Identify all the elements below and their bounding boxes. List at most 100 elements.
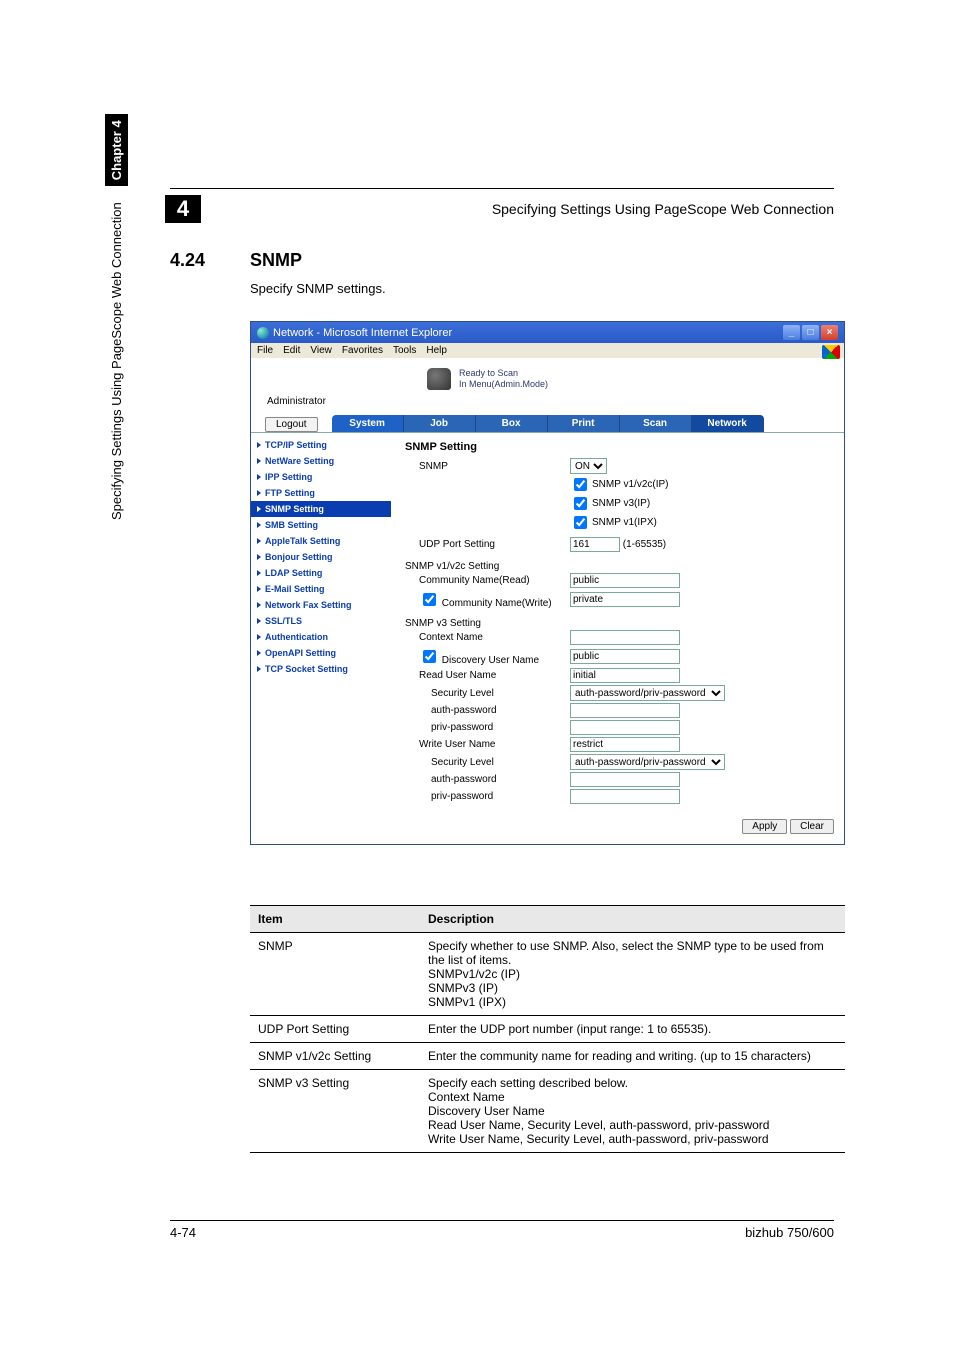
menu-view[interactable]: View bbox=[310, 345, 332, 356]
section-intro: Specify SNMP settings. bbox=[250, 281, 834, 296]
close-button[interactable]: × bbox=[821, 325, 838, 340]
desc-cell: Enter the community name for reading and… bbox=[420, 1043, 845, 1070]
status-line-2: In Menu(Admin.Mode) bbox=[459, 379, 548, 390]
page-header-title: Specifying Settings Using PageScope Web … bbox=[492, 201, 834, 217]
menu-file[interactable]: File bbox=[257, 345, 273, 356]
tab-box[interactable]: Box bbox=[476, 415, 548, 432]
snmp-v3-heading: SNMP v3 Setting bbox=[405, 618, 834, 629]
apply-button[interactable]: Apply bbox=[742, 819, 787, 834]
form-heading: SNMP Setting bbox=[405, 441, 834, 453]
auth-pw-input-1[interactable] bbox=[570, 703, 680, 718]
minimize-button[interactable]: _ bbox=[783, 325, 800, 340]
tab-job[interactable]: Job bbox=[404, 415, 476, 432]
window-titlebar: Network - Microsoft Internet Explorer _ … bbox=[251, 322, 844, 343]
snmp-v1v2c-ip-check[interactable] bbox=[574, 478, 587, 491]
logout-button[interactable]: Logout bbox=[265, 417, 318, 432]
write-user-label: Write User Name bbox=[405, 739, 570, 750]
side-running-title: Specifying Settings Using PageScope Web … bbox=[109, 202, 124, 520]
comm-read-input[interactable] bbox=[570, 573, 680, 588]
tab-network[interactable]: Network bbox=[692, 415, 764, 432]
tab-print[interactable]: Print bbox=[548, 415, 620, 432]
admin-label: Administrator bbox=[267, 396, 828, 407]
sidebar-item-ldap[interactable]: LDAP Setting bbox=[251, 565, 391, 581]
globe-icon bbox=[257, 327, 269, 339]
sidebar-item-ipp[interactable]: IPP Setting bbox=[251, 469, 391, 485]
sidebar-item-openapi[interactable]: OpenAPI Setting bbox=[251, 645, 391, 661]
menu-tools[interactable]: Tools bbox=[393, 345, 416, 356]
comm-write-label: Community Name(Write) bbox=[442, 598, 552, 609]
menu-edit[interactable]: Edit bbox=[283, 345, 300, 356]
maximize-button[interactable]: □ bbox=[802, 325, 819, 340]
sidebar-item-bonjour[interactable]: Bonjour Setting bbox=[251, 549, 391, 565]
description-table: Item Description SNMP Specify whether to… bbox=[250, 905, 845, 1153]
menu-help[interactable]: Help bbox=[426, 345, 447, 356]
priv-pw-input-2[interactable] bbox=[570, 789, 680, 804]
sidebar-item-email[interactable]: E-Mail Setting bbox=[251, 581, 391, 597]
sidenav: TCP/IP Setting NetWare Setting IPP Setti… bbox=[251, 433, 391, 844]
col-description: Description bbox=[420, 906, 845, 933]
model-name: bizhub 750/600 bbox=[745, 1225, 834, 1240]
read-user-input[interactable] bbox=[570, 668, 680, 683]
window-title: Network - Microsoft Internet Explorer bbox=[273, 327, 781, 339]
sec-level-select-2[interactable]: auth-password/priv-password bbox=[570, 754, 725, 770]
table-row: SNMP v1/v2c Setting Enter the community … bbox=[250, 1043, 845, 1070]
table-row: UDP Port Setting Enter the UDP port numb… bbox=[250, 1016, 845, 1043]
printer-icon bbox=[427, 368, 451, 390]
priv-pw-label-1: priv-password bbox=[405, 722, 570, 733]
clear-button[interactable]: Clear bbox=[790, 819, 834, 834]
comm-read-label: Community Name(Read) bbox=[405, 575, 570, 586]
device-banner: Ready to Scan In Menu(Admin.Mode) Admini… bbox=[251, 358, 844, 415]
read-user-label: Read User Name bbox=[405, 670, 570, 681]
comm-write-check[interactable] bbox=[423, 593, 436, 606]
chapter-badge: 4 bbox=[165, 195, 201, 223]
sidebar-item-netware[interactable]: NetWare Setting bbox=[251, 453, 391, 469]
browser-menubar: File Edit View Favorites Tools Help bbox=[251, 343, 844, 358]
sidebar-item-tcpip[interactable]: TCP/IP Setting bbox=[251, 437, 391, 453]
udp-port-label: UDP Port Setting bbox=[405, 539, 570, 550]
desc-cell: Enter the UDP port number (input range: … bbox=[420, 1016, 845, 1043]
snmp-v3-ip-label: SNMP v3(IP) bbox=[592, 498, 650, 509]
sidebar-item-authentication[interactable]: Authentication bbox=[251, 629, 391, 645]
snmp-label: SNMP bbox=[405, 461, 570, 472]
sidebar-item-ssltls[interactable]: SSL/TLS bbox=[251, 613, 391, 629]
main-tabs: System Job Box Print Scan Network bbox=[332, 415, 764, 432]
sidebar-item-smb[interactable]: SMB Setting bbox=[251, 517, 391, 533]
sidebar-item-networkfax[interactable]: Network Fax Setting bbox=[251, 597, 391, 613]
snmp-v1-ipx-label: SNMP v1(IPX) bbox=[592, 517, 657, 528]
snmp-select[interactable]: ON bbox=[570, 458, 607, 474]
section-number: 4.24 bbox=[170, 250, 250, 271]
comm-write-input[interactable] bbox=[570, 592, 680, 607]
page-number: 4-74 bbox=[170, 1225, 196, 1240]
item-cell: SNMP v3 Setting bbox=[250, 1070, 420, 1153]
browser-window: Network - Microsoft Internet Explorer _ … bbox=[250, 321, 845, 845]
priv-pw-input-1[interactable] bbox=[570, 720, 680, 735]
side-running-text: Specifying Settings Using PageScope Web … bbox=[105, 114, 128, 520]
tab-system[interactable]: System bbox=[332, 415, 404, 432]
sidebar-item-tcpsocket[interactable]: TCP Socket Setting bbox=[251, 661, 391, 677]
status-line-1: Ready to Scan bbox=[459, 368, 548, 379]
col-item: Item bbox=[250, 906, 420, 933]
sidebar-item-appletalk[interactable]: AppleTalk Setting bbox=[251, 533, 391, 549]
auth-pw-input-2[interactable] bbox=[570, 772, 680, 787]
snmp-v1-ipx-check[interactable] bbox=[574, 516, 587, 529]
write-user-input[interactable] bbox=[570, 737, 680, 752]
table-row: SNMP v3 Setting Specify each setting des… bbox=[250, 1070, 845, 1153]
item-cell: UDP Port Setting bbox=[250, 1016, 420, 1043]
sec-level-label-2: Security Level bbox=[405, 757, 570, 768]
disc-user-check[interactable] bbox=[423, 650, 436, 663]
snmp-v3-ip-check[interactable] bbox=[574, 497, 587, 510]
windows-flag-icon bbox=[822, 345, 840, 359]
snmp-v1v2c-ip-label: SNMP v1/v2c(IP) bbox=[592, 479, 669, 490]
disc-user-label: Discovery User Name bbox=[442, 655, 539, 666]
tab-scan[interactable]: Scan bbox=[620, 415, 692, 432]
item-cell: SNMP bbox=[250, 933, 420, 1016]
sec-level-select-1[interactable]: auth-password/priv-password bbox=[570, 685, 725, 701]
table-row: SNMP Specify whether to use SNMP. Also, … bbox=[250, 933, 845, 1016]
udp-port-input[interactable] bbox=[570, 537, 620, 552]
form-pane: SNMP Setting SNMP ON SNMP v1/v2c(IP) SNM… bbox=[391, 433, 844, 844]
context-name-input[interactable] bbox=[570, 630, 680, 645]
menu-favorites[interactable]: Favorites bbox=[342, 345, 383, 356]
disc-user-input[interactable] bbox=[570, 649, 680, 664]
sidebar-item-snmp[interactable]: SNMP Setting bbox=[251, 501, 391, 517]
sidebar-item-ftp[interactable]: FTP Setting bbox=[251, 485, 391, 501]
